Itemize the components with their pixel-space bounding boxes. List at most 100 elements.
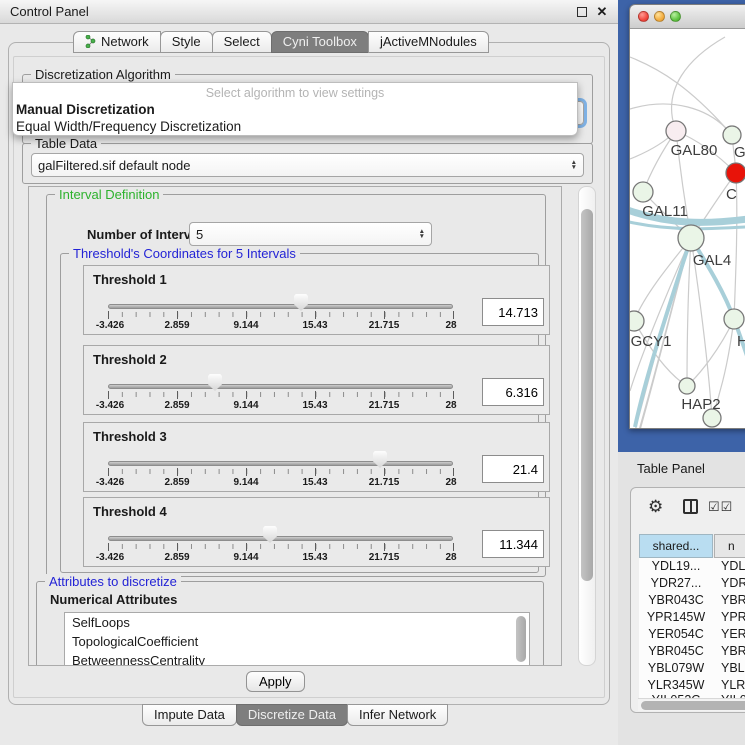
node-right[interactable] xyxy=(724,309,744,329)
table-data-combo[interactable]: galFiltered.sif default node ▲▼ xyxy=(31,153,584,177)
cell-shared-name: YBR045C xyxy=(639,644,713,661)
node-hap2[interactable] xyxy=(679,378,695,394)
table-row[interactable]: YBR045CYBR0 xyxy=(639,644,745,661)
scale-label: -3.426 xyxy=(96,477,124,488)
control-panel-titlebar: Control Panel ✕ xyxy=(0,0,618,24)
scale-label: -3.426 xyxy=(96,400,124,411)
minimize-traffic-light[interactable] xyxy=(654,11,665,22)
scale-label: 21.715 xyxy=(369,400,400,411)
cell-shared-name: YPR145W xyxy=(639,610,713,627)
scale-label: 15.43 xyxy=(302,400,327,411)
node-left[interactable] xyxy=(633,182,653,202)
network-icon xyxy=(85,35,96,48)
table-row[interactable]: YER054CYER0 xyxy=(639,627,745,644)
node-label-gcy1: GCY1 xyxy=(631,333,672,350)
tab-discretize-data[interactable]: Discretize Data xyxy=(236,704,348,726)
threshold-4-panel: Threshold 4 -3.426 2.859 9.144 15.43 21.… xyxy=(83,497,550,567)
algorithm-dropdown-popup: Select algorithm to view settings Manual… xyxy=(12,82,578,136)
threshold-4-slider-track[interactable] xyxy=(108,536,453,541)
select-columns-icon[interactable]: ☑☑ xyxy=(708,499,733,515)
node-label-gal80: GAL80 xyxy=(671,142,718,159)
float-window-icon[interactable] xyxy=(576,6,588,18)
node-label-gal4: GAL4 xyxy=(693,252,731,269)
apply-button[interactable]: Apply xyxy=(246,671,305,692)
cell-shared-name: YDR27... xyxy=(639,576,713,593)
node-highlighted-red[interactable] xyxy=(726,163,745,183)
attribute-item[interactable]: SelfLoops xyxy=(65,613,529,632)
threshold-4-label: Threshold 4 xyxy=(93,504,167,519)
interval-definition-title: Interval Definition xyxy=(55,187,163,202)
node-gcy1[interactable] xyxy=(630,311,644,331)
cell-name: YDR2 xyxy=(713,576,745,593)
list-scrollbar-thumb[interactable] xyxy=(516,616,526,662)
scale-label: -3.426 xyxy=(96,552,124,563)
cell-name: YBL0 xyxy=(713,661,745,678)
scale-label: 2.859 xyxy=(164,477,189,488)
threshold-1-label: Threshold 1 xyxy=(93,272,167,287)
cell-shared-name: YBL079W xyxy=(639,661,713,678)
threshold-1-slider-track[interactable] xyxy=(108,304,453,309)
tab-impute-data[interactable]: Impute Data xyxy=(142,704,237,726)
scale-label: 28 xyxy=(445,320,456,331)
scale-label: 28 xyxy=(445,400,456,411)
numerical-attributes-list: SelfLoops TopologicalCoefficient Between… xyxy=(64,612,530,666)
scale-label: -3.426 xyxy=(96,320,124,331)
table-row[interactable]: YBR043CYBR0 xyxy=(639,593,745,610)
table-row[interactable]: YDR27...YDR2 xyxy=(639,576,745,593)
network-view-window: GAL80 GA C GAL11 GAL4 GCY1 H HAP2 xyxy=(629,4,745,429)
table-horizontal-scrollbar[interactable] xyxy=(638,698,745,711)
network-canvas[interactable]: GAL80 GA C GAL11 GAL4 GCY1 H HAP2 xyxy=(630,29,745,429)
tick-marks xyxy=(108,469,454,475)
settings-scrollbar[interactable] xyxy=(578,186,596,666)
node-gal80[interactable] xyxy=(666,121,686,141)
close-window-icon[interactable]: ✕ xyxy=(596,6,608,18)
table-row[interactable]: YBL079WYBL0 xyxy=(639,661,745,678)
column-header-name[interactable]: n xyxy=(714,534,745,558)
settings-scrollbar-thumb[interactable] xyxy=(581,209,593,581)
cell-name: YDL1 xyxy=(713,559,745,576)
popup-option-equal-width-frequency[interactable]: Equal Width/Frequency Discretization xyxy=(16,119,576,134)
node-label-partial-top: GA xyxy=(734,144,745,161)
scale-label: 2.859 xyxy=(164,400,189,411)
tab-cyni-toolbox[interactable]: Cyni Toolbox xyxy=(271,31,369,53)
cell-shared-name: YBR043C xyxy=(639,593,713,610)
table-horizontal-scrollbar-thumb[interactable] xyxy=(641,701,745,710)
tab-select[interactable]: Select xyxy=(212,31,272,53)
table-panel-window: ⚙ ☑☑ shared... n YDL19...YDL1 YDR27...YD… xyxy=(630,487,745,713)
tab-jactivemnodules[interactable]: jActiveMNodules xyxy=(368,31,489,53)
tab-impute-data-label: Impute Data xyxy=(154,707,225,722)
tab-infer-network[interactable]: Infer Network xyxy=(347,704,448,726)
zoom-traffic-light[interactable] xyxy=(670,11,681,22)
node-top-right[interactable] xyxy=(723,126,741,144)
scale-label: 9.144 xyxy=(233,320,258,331)
scale-label: 15.43 xyxy=(302,320,327,331)
split-columns-icon[interactable] xyxy=(683,499,698,514)
close-traffic-light[interactable] xyxy=(638,11,649,22)
threshold-2-slider-track[interactable] xyxy=(108,384,453,389)
panel-title: Control Panel xyxy=(10,4,568,19)
threshold-4-value-field[interactable] xyxy=(482,530,544,558)
threshold-3-slider-track[interactable] xyxy=(108,461,453,466)
node-gal4[interactable] xyxy=(678,225,704,251)
tab-style[interactable]: Style xyxy=(160,31,213,53)
scale-label: 9.144 xyxy=(233,400,258,411)
scale-label: 2.859 xyxy=(164,320,189,331)
attribute-item[interactable]: TopologicalCoefficient xyxy=(65,632,529,651)
tab-discretize-data-label: Discretize Data xyxy=(248,707,336,722)
number-of-intervals-combo[interactable]: 5 ▲▼ xyxy=(189,222,432,246)
table-row[interactable]: YDL19...YDL1 xyxy=(639,559,745,576)
table-data-group: Table Data galFiltered.sif default node … xyxy=(22,143,593,184)
threshold-3-value-field[interactable] xyxy=(482,455,544,483)
network-window-titlebar[interactable] xyxy=(630,5,745,29)
table-row[interactable]: YPR145WYPR1 xyxy=(639,610,745,627)
threshold-1-value-field[interactable] xyxy=(482,298,544,326)
gear-icon[interactable]: ⚙ xyxy=(648,497,663,517)
popup-option-manual-discretization[interactable]: Manual Discretization xyxy=(16,102,576,117)
tab-network-label: Network xyxy=(101,34,149,49)
tab-network[interactable]: Network xyxy=(73,31,161,53)
attribute-item[interactable]: BetweennessCentrality xyxy=(65,651,529,666)
column-header-shared-name[interactable]: shared... xyxy=(639,534,713,558)
threshold-2-label: Threshold 2 xyxy=(93,352,167,367)
threshold-2-value-field[interactable] xyxy=(482,378,544,406)
scale-label: 9.144 xyxy=(233,552,258,563)
